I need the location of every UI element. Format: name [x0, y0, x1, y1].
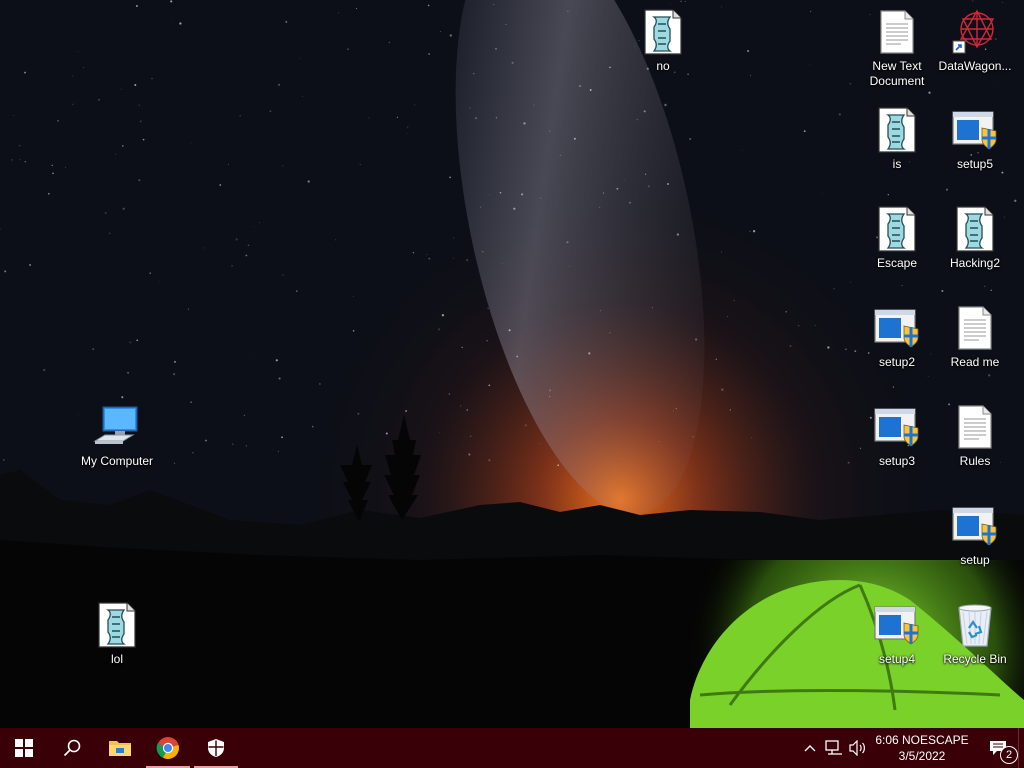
- desktop-icon-hacking2[interactable]: Hacking2: [936, 205, 1014, 271]
- search-button[interactable]: [48, 728, 96, 768]
- start-button[interactable]: [0, 728, 48, 768]
- search-icon: [63, 739, 81, 757]
- desktop-icon-setup4[interactable]: setup4: [858, 601, 936, 667]
- script-icon: [873, 205, 921, 253]
- desktop-icon-new-text-document[interactable]: New Text Document: [858, 8, 936, 89]
- desktop-icon-label: Recycle Bin: [943, 652, 1007, 666]
- installer-icon: [951, 106, 999, 154]
- show-desktop-button[interactable]: [1018, 728, 1024, 768]
- volume-button[interactable]: [846, 728, 870, 768]
- desktop-icon-recycle-bin[interactable]: Recycle Bin: [936, 601, 1014, 667]
- shield-icon: [208, 739, 224, 757]
- recycle-bin-icon: [951, 601, 999, 649]
- desktop-icon-label: Rules: [959, 454, 991, 468]
- desktop-icon-label: setup5: [956, 157, 994, 171]
- text-document-icon: [951, 304, 999, 352]
- folder-icon: [109, 741, 131, 756]
- desktop-icon-label: setup4: [878, 652, 916, 666]
- desktop-icon-setup3[interactable]: setup3: [858, 403, 936, 469]
- installer-icon: [873, 403, 921, 451]
- installer-icon: [873, 601, 921, 649]
- desktop-icon-escape[interactable]: Escape: [858, 205, 936, 271]
- chevron-up-icon: [804, 745, 816, 752]
- action-center-button[interactable]: 2: [978, 728, 1018, 768]
- clock-date: 3/5/2022: [898, 749, 946, 763]
- installer-icon: [873, 304, 921, 352]
- network-button[interactable]: [822, 728, 846, 768]
- desktop-icon-label: lol: [110, 652, 123, 666]
- desktop-icon-setup[interactable]: setup: [936, 502, 1014, 568]
- show-hidden-icons-button[interactable]: [798, 728, 822, 768]
- text-document-icon: [873, 8, 921, 56]
- file-explorer-button[interactable]: [96, 728, 144, 768]
- desktop-icon-no[interactable]: no: [624, 8, 702, 74]
- desktop-icon-label: setup: [960, 553, 990, 567]
- desktop-icon-setup2[interactable]: setup2: [858, 304, 936, 370]
- installer-icon: [951, 502, 999, 550]
- desktop-icon-label: is: [892, 157, 902, 171]
- desktop-icon-lol[interactable]: lol: [78, 601, 156, 667]
- desktop-icon-label: DataWagon...: [938, 59, 1012, 73]
- windows-logo-icon: [15, 739, 33, 757]
- security-button[interactable]: [192, 728, 240, 768]
- script-icon: [93, 601, 141, 649]
- shortcut-icon: [951, 8, 999, 56]
- system-tray: 6:06 NOESCAPE 3/5/2022 2: [798, 728, 1024, 768]
- desktop-icon-label: Escape: [876, 256, 918, 270]
- taskbar: 6:06 NOESCAPE 3/5/2022 2: [0, 728, 1024, 768]
- text-document-icon: [951, 403, 999, 451]
- desktop-icon-read-me[interactable]: Read me: [936, 304, 1014, 370]
- chrome-icon: [156, 737, 179, 759]
- desktop-icon-label: no: [656, 59, 670, 73]
- network-icon: [825, 740, 842, 755]
- computer-icon: [93, 403, 141, 451]
- chrome-button[interactable]: [144, 728, 192, 768]
- desktop-icon-datawagon[interactable]: DataWagon...: [936, 8, 1014, 74]
- desktop-icon-my-computer[interactable]: My Computer: [78, 403, 156, 469]
- desktop-icon-label: My Computer: [80, 454, 154, 468]
- desktop-icon-label: setup2: [878, 355, 916, 369]
- script-icon: [873, 106, 921, 154]
- desktop-icon-label: setup3: [878, 454, 916, 468]
- desktop-icon-setup5[interactable]: setup5: [936, 106, 1014, 172]
- desktop-icon-label: Hacking2: [949, 256, 1001, 270]
- desktop-icon-label: New Text Document: [869, 59, 925, 88]
- desktop-icon-rules[interactable]: Rules: [936, 403, 1014, 469]
- desktop-icon-label: Read me: [950, 355, 1000, 369]
- desktop-icon-is[interactable]: is: [858, 106, 936, 172]
- speaker-icon: [849, 740, 865, 756]
- script-icon: [639, 8, 687, 56]
- clock[interactable]: 6:06 NOESCAPE 3/5/2022: [874, 732, 970, 764]
- clock-time: 6:06 NOESCAPE: [875, 733, 969, 747]
- script-icon: [951, 205, 999, 253]
- notification-count-badge: 2: [1000, 746, 1018, 764]
